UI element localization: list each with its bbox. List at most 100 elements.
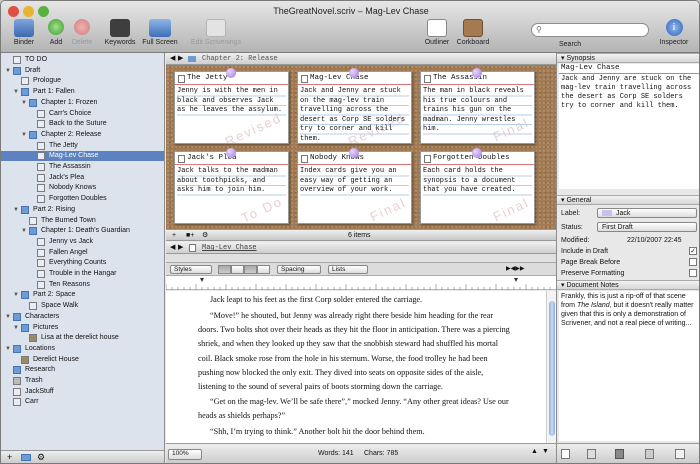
notes-header[interactable]: ▾ Document Notes [557,280,699,290]
add-card-icon[interactable]: + [172,230,176,241]
synopsis-header[interactable]: ▾ Synopsis [557,53,699,63]
ruler[interactable] [165,276,556,290]
binder-item[interactable]: Carr's Choice [1,109,164,119]
disclosure-triangle-icon[interactable]: ▼ [21,130,27,140]
binder-item[interactable]: Ten Reasons [1,280,164,290]
binder-item[interactable]: Nobody Knows [1,183,164,193]
disclosure-triangle-icon[interactable]: ▼ [13,205,19,215]
binder-item[interactable]: ▼ Chapter 2: Release [1,130,164,140]
binder-item[interactable]: Derelict House [1,355,164,365]
binder-item[interactable]: ▼ Part 2: Rising [1,205,164,215]
snapshots-icon[interactable] [645,449,654,459]
down-arrow-icon[interactable]: ▼ [542,448,549,455]
zoom-menu[interactable]: 100% [168,449,202,460]
back-arrow-icon[interactable]: ◀ [170,242,175,254]
binder-item[interactable]: Trash [1,376,164,386]
binder-item[interactable]: ▼ Part 1: Fallen [1,87,164,97]
binder-item[interactable]: Mag-Lev Chase [1,151,164,162]
general-header[interactable]: ▾ General [557,195,699,205]
align-right-button[interactable] [257,265,270,274]
add-button[interactable]: Add [44,19,68,46]
disclosure-triangle-icon[interactable]: ▼ [13,323,19,333]
binder-item[interactable]: Fallen Angel [1,248,164,258]
binder-item[interactable]: The Burned Town [1,216,164,226]
forward-arrow-icon[interactable]: ▶ [178,53,183,65]
disclosure-triangle-icon[interactable]: ▼ [13,290,19,300]
disclosure-triangle-icon[interactable]: ▼ [13,87,19,97]
binder-item[interactable]: Research [1,365,164,375]
keywords-icon[interactable] [615,449,624,459]
align-center-button[interactable] [231,265,244,274]
binder-item[interactable]: Trouble in the Hangar [1,269,164,279]
binder-item[interactable]: Back to the Suture [1,119,164,129]
binder-item[interactable]: ▼ Draft [1,66,164,76]
disclosure-triangle-icon[interactable]: ▼ [5,66,11,76]
disclosure-triangle-icon[interactable]: ▼ [21,98,27,108]
text-editor[interactable]: Jack leapt to his feet as the first Corp… [166,291,546,443]
up-arrow-icon[interactable]: ▲ [531,448,538,455]
lists-menu[interactable]: Lists [328,265,368,274]
search-field[interactable]: ⚲ [531,23,649,37]
delete-button[interactable]: Delete [68,19,96,46]
tab-stop-icons[interactable]: ▶◀▶▶ [506,265,524,272]
binder-item[interactable]: Lisa at the derelict house [1,333,164,343]
disclosure-triangle-icon[interactable]: ▼ [5,344,11,354]
add-icon[interactable]: + [7,452,12,462]
page-break-checkbox[interactable] [689,258,697,266]
binder-button[interactable]: Binder [9,19,39,46]
gear-icon[interactable]: ⚙ [202,230,208,241]
binder-item[interactable]: JackStuff [1,387,164,397]
align-left-button[interactable] [218,265,231,274]
binder-item[interactable]: The Assassin [1,162,164,172]
binder-item[interactable]: Jack's Plea [1,173,164,183]
include-in-draft-checkbox[interactable]: ✓ [689,247,697,255]
binder-item[interactable]: Jenny vs Jack [1,237,164,247]
edit-scrivenings-button[interactable]: Edit Scrivenings [187,19,245,46]
binder-item[interactable]: ▼ Pictures [1,323,164,333]
synopsis-text[interactable]: Jack and Jenny are stuck on the mag-lev … [559,74,699,189]
preserve-formatting-checkbox[interactable] [689,269,697,277]
scroll-thumb[interactable] [549,301,555,436]
binder-item[interactable]: ▼ Characters [1,312,164,322]
binder-item[interactable]: ▼ Locations [1,344,164,354]
disclosure-triangle-icon[interactable]: ▼ [21,226,27,236]
styles-menu[interactable]: Styles [170,265,212,274]
keywords-button[interactable]: Keywords [103,19,137,46]
notes-icon[interactable] [561,449,570,459]
align-justify-button[interactable] [244,265,257,274]
binder-item[interactable]: Forgotten Doubles [1,194,164,204]
index-card[interactable]: Nobody Knows Final Index cards give you an… [297,151,412,224]
binder-item[interactable]: Space Walk [1,301,164,311]
binder-item[interactable]: ▼ Part 2: Space [1,290,164,300]
full-screen-button[interactable]: Full Screen [141,19,179,46]
back-arrow-icon[interactable]: ◀ [170,53,175,65]
index-card[interactable]: The AssassinFinalThe man in black reveal… [420,71,535,144]
binder-item[interactable]: Carr [1,397,164,407]
forward-arrow-icon[interactable]: ▶ [178,242,183,254]
label-menu[interactable]: Jack [597,208,697,218]
binder-item[interactable]: ▼ Chapter 1: Frozen [1,98,164,108]
document-notes[interactable]: Frankly, this is just a rip-off of that … [559,291,699,441]
gear-icon[interactable]: ⚙ [37,452,45,463]
outliner-button[interactable]: Outliner [421,19,453,46]
spacing-menu[interactable]: Spacing [277,265,321,274]
binder-item[interactable]: ▼ Chapter 1: Death's Guardian [1,226,164,236]
new-folder-icon[interactable] [21,454,31,461]
index-card[interactable]: Jack's Plea To Do Jack talks to the madman… [174,151,289,224]
index-card[interactable]: The Jetty Revised Jenny is with the men in… [174,71,289,144]
disclosure-triangle-icon[interactable]: ▼ [5,312,11,322]
binder-item[interactable]: Everything Counts [1,258,164,268]
comments-icon[interactable] [675,449,685,459]
corkboard-button[interactable]: Corkboard [453,19,493,46]
binder-item[interactable]: TO DO [1,55,164,65]
editor-scrollbar[interactable] [546,291,556,443]
new-folder-icon[interactable]: ■+ [186,230,194,241]
synopsis-title[interactable]: Mag-Lev Chase [559,64,699,74]
index-card[interactable]: Forgotten Doubles Final Each card holds th… [420,151,535,224]
binder-item[interactable]: The Jetty [1,141,164,151]
references-icon[interactable] [587,449,596,459]
index-card[interactable]: Mag-Lev ChaseRevisedJack and Jenny are s… [297,71,412,144]
inspector-button[interactable]: i Inspector [656,19,692,46]
status-menu[interactable]: First Draft [597,222,697,232]
binder-item[interactable]: Prologue [1,76,164,86]
